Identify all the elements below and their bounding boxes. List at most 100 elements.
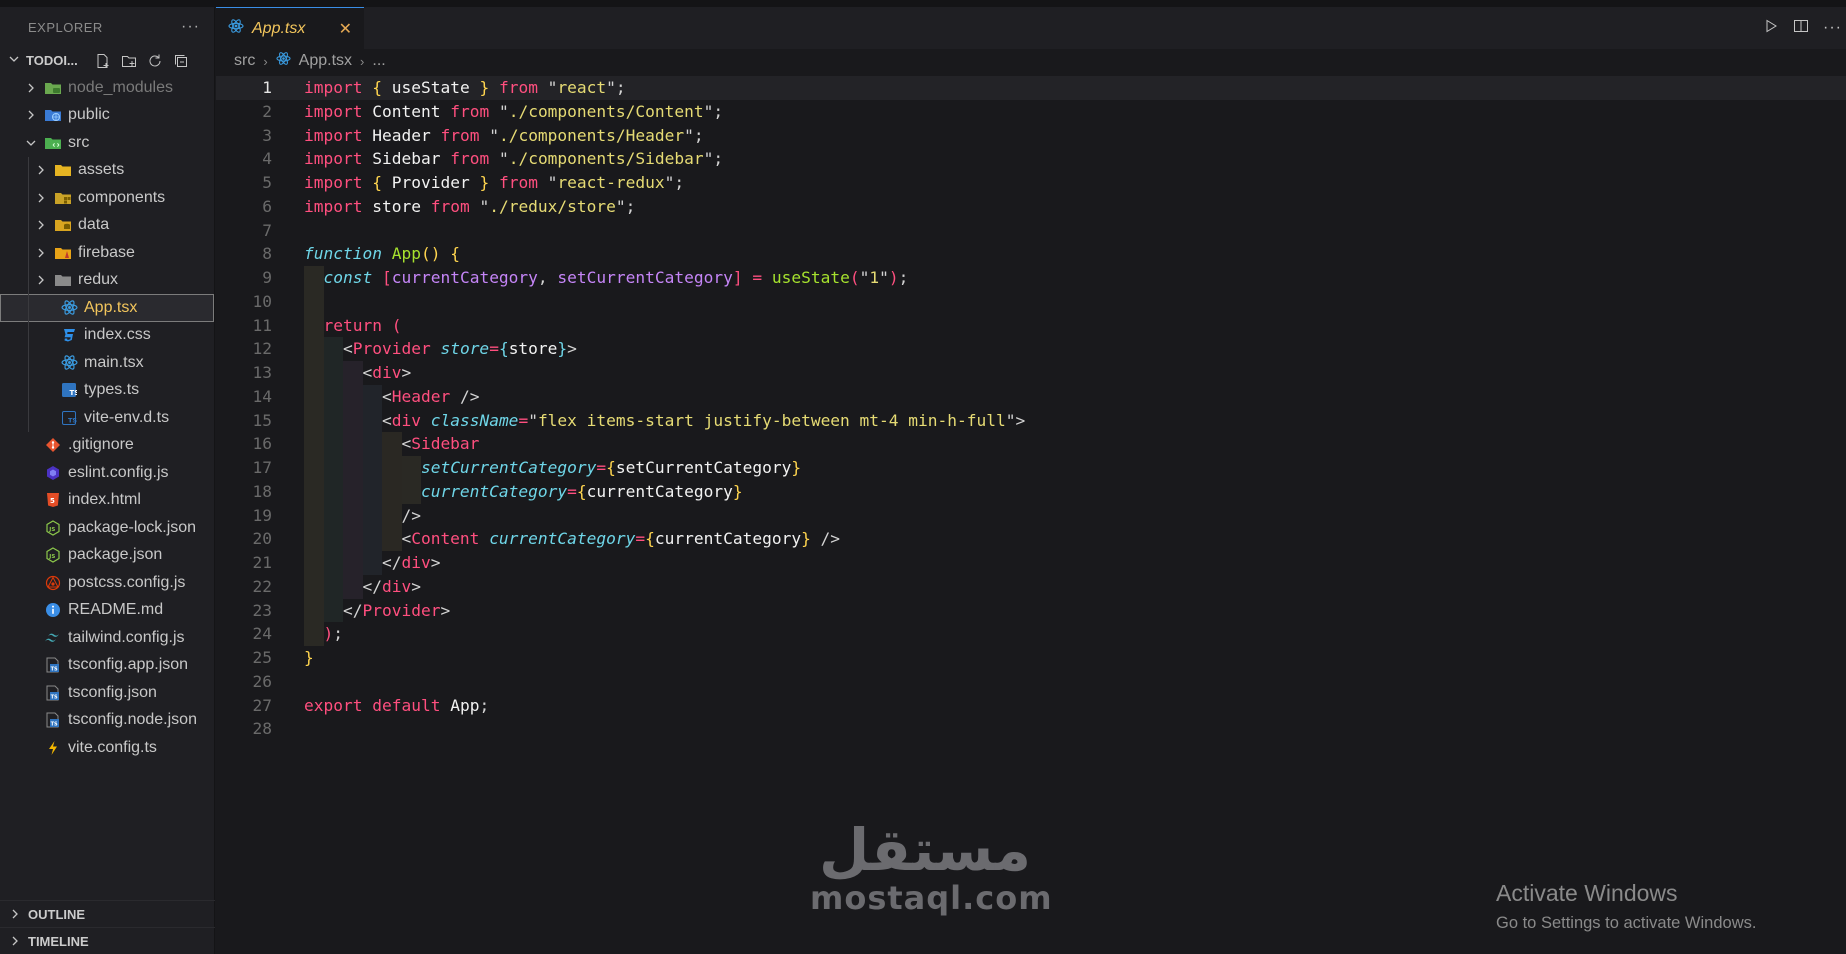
- code-line[interactable]: 25}: [216, 646, 1846, 670]
- code-line[interactable]: 15 <div className="flex items-start just…: [216, 408, 1846, 433]
- tree-file-tailwind-config-js[interactable]: tailwind.config.js: [0, 624, 214, 652]
- tree-folder-redux[interactable]: redux: [0, 266, 214, 294]
- breadcrumb-more[interactable]: ...: [372, 52, 385, 70]
- more-actions-icon[interactable]: ···: [1823, 19, 1842, 37]
- tree-item-label: .gitignore: [68, 436, 134, 454]
- tree-folder-src[interactable]: src: [0, 129, 214, 157]
- code-line[interactable]: 27 export default App;: [216, 694, 1846, 718]
- tree-folder-assets[interactable]: assets: [0, 156, 214, 184]
- code-line[interactable]: 3 import Header from "./components/Header…: [216, 124, 1846, 148]
- code-line[interactable]: 19 />: [216, 503, 1846, 528]
- code-token: default: [372, 695, 441, 715]
- code-line[interactable]: 13 <div>: [216, 361, 1846, 385]
- breadcrumb: src › App.tsx › ...: [216, 49, 1846, 73]
- split-editor-icon[interactable]: [1793, 18, 1809, 39]
- breadcrumb-file[interactable]: App.tsx: [299, 52, 352, 70]
- tree-folder-firebase[interactable]: firebase: [0, 239, 214, 267]
- tree-file-package-json[interactable]: JS package.json: [0, 542, 214, 570]
- close-icon[interactable]: ✕: [339, 19, 352, 39]
- code-editor[interactable]: 1 import { useState } from "react"; 2 impor…: [216, 76, 1846, 741]
- code-text: import { Provider } from "react-redux";: [304, 171, 684, 195]
- code-line[interactable]: 17 setCurrentCategory={setCurrentCategor…: [216, 456, 1846, 480]
- tree-file-types-ts[interactable]: TS types.ts: [0, 376, 214, 404]
- tree-file-vite-env-d-ts[interactable]: TS vite-env.d.ts: [0, 404, 214, 432]
- refresh-icon[interactable]: [146, 52, 163, 69]
- tree-file-vite-config-ts[interactable]: vite.config.ts: [0, 734, 214, 762]
- code-token: store: [440, 339, 490, 359]
- tree-folder-components[interactable]: components: [0, 184, 214, 212]
- code-token: from: [498, 173, 538, 192]
- code-line[interactable]: 26: [216, 670, 1846, 694]
- code-line[interactable]: 24 );: [216, 622, 1846, 646]
- code-line[interactable]: 11 return (: [216, 313, 1846, 338]
- code-line[interactable]: 21 </div>: [216, 551, 1846, 575]
- tree-file-index-css[interactable]: index.css: [0, 321, 214, 349]
- tree-file-readme-md[interactable]: README.md: [0, 597, 214, 625]
- code-token: {: [372, 78, 382, 97]
- react-icon: [276, 51, 291, 71]
- tab-app-tsx[interactable]: App.tsx ✕: [216, 7, 364, 49]
- code-line[interactable]: 28: [216, 717, 1846, 741]
- indent-guide: [28, 321, 29, 349]
- code-text: <Content currentCategory={currentCategor…: [304, 527, 840, 551]
- code-token: <: [304, 339, 353, 359]
- tree-file-app-tsx[interactable]: App.tsx: [0, 294, 214, 322]
- tree-folder-node-modules[interactable]: node_modules: [0, 74, 214, 102]
- breadcrumb-src[interactable]: src: [234, 52, 255, 70]
- svg-text:TS: TS: [51, 667, 58, 673]
- code-line[interactable]: 7: [216, 219, 1846, 243]
- tree-folder-public[interactable]: public: [0, 102, 214, 130]
- sidebar-sections: OUTLINE TIMELINE: [0, 900, 215, 954]
- code-token: ";: [664, 173, 685, 192]
- code-line[interactable]: 23 </Provider>: [216, 598, 1846, 623]
- code-line[interactable]: 12 <Provider store={store}>: [216, 337, 1846, 361]
- windows-activation-notice: Activate Windows Go to Settings to activ…: [1496, 879, 1756, 935]
- new-folder-icon[interactable]: [120, 52, 137, 69]
- code-line[interactable]: 14 <Header />: [216, 384, 1846, 409]
- code-token: </: [304, 576, 382, 596]
- more-actions-icon[interactable]: ···: [181, 18, 200, 36]
- code-token: }: [732, 481, 743, 501]
- tree-item-label: App.tsx: [84, 298, 138, 316]
- timeline-section[interactable]: TIMELINE: [0, 927, 215, 954]
- tab-bar: App.tsx ✕ ···: [216, 7, 1846, 49]
- code-line[interactable]: 2 import Content from "./components/Conte…: [216, 100, 1846, 124]
- tree-item-label: tsconfig.node.json: [68, 711, 197, 729]
- code-line[interactable]: 10: [216, 289, 1846, 314]
- tree-file-postcss-config-js[interactable]: postcss.config.js: [0, 569, 214, 597]
- collapse-all-icon[interactable]: [172, 52, 189, 69]
- tree-file-index-html[interactable]: 5 index.html: [0, 487, 214, 515]
- tree-file-tsconfig-json[interactable]: TS tsconfig.json: [0, 679, 214, 707]
- indent-guide: [28, 376, 29, 404]
- code-line[interactable]: 16 <Sidebar: [216, 432, 1846, 456]
- code-line[interactable]: 5 import { Provider } from "react-redux";: [216, 171, 1846, 195]
- run-icon[interactable]: [1763, 18, 1779, 39]
- tree-file-eslint-config-js[interactable]: eslint.config.js: [0, 459, 214, 487]
- tree-folder-data[interactable]: data: [0, 211, 214, 239]
- outline-section[interactable]: OUTLINE: [0, 900, 215, 927]
- code-line[interactable]: 6 import store from "./redux/store";: [216, 195, 1846, 219]
- tree-file-tsconfig-node-json[interactable]: TS tsconfig.node.json: [0, 707, 214, 735]
- code-line[interactable]: 9 const [currentCategory, setCurrentCate…: [216, 266, 1846, 290]
- tree-file-package-lock-json[interactable]: JS package-lock.json: [0, 514, 214, 542]
- tree-file-gitignore[interactable]: .gitignore: [0, 432, 214, 460]
- code-line[interactable]: 18 currentCategory={currentCategory}: [216, 479, 1846, 504]
- code-line[interactable]: 4 import Sidebar from "./components/Sideb…: [216, 147, 1846, 171]
- project-root[interactable]: TODOI...: [0, 47, 214, 74]
- code-token: Provider: [362, 600, 441, 620]
- code-line[interactable]: 8 function App() {: [216, 242, 1846, 266]
- code-line[interactable]: 1 import { useState } from "react";: [216, 76, 1846, 100]
- code-token: Provider: [352, 339, 431, 359]
- new-file-icon[interactable]: [94, 52, 111, 69]
- code-token: setCurrentCategory: [557, 268, 733, 287]
- code-line[interactable]: 22 </div>: [216, 574, 1846, 599]
- git-icon: [44, 436, 62, 454]
- tree-file-main-tsx[interactable]: main.tsx: [0, 349, 214, 377]
- tree-file-tsconfig-app-json[interactable]: TS tsconfig.app.json: [0, 652, 214, 680]
- code-line[interactable]: 20 <Content currentCategory={currentCate…: [216, 527, 1846, 551]
- line-number: 21: [252, 553, 273, 572]
